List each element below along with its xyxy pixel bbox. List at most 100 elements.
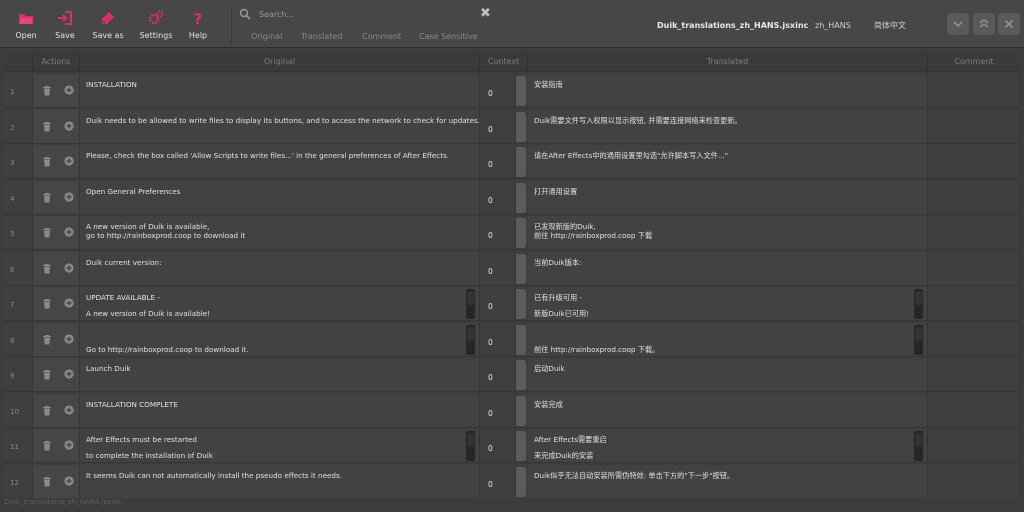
translated-text-cell[interactable]: 当前Duik版本: [528,251,928,286]
comment-cell[interactable] [928,109,1020,144]
translated-scrollbar[interactable] [914,324,923,355]
delete-row-icon[interactable] [43,405,51,416]
add-row-icon[interactable] [64,262,74,273]
translated-text-cell[interactable]: 已发现新版的Duik, 前往 http://rainboxprod.coop 下载 [528,216,928,250]
add-row-icon[interactable] [64,404,74,415]
filter-case-sensitive[interactable]: Case Sensitive [419,32,478,41]
original-text-cell[interactable]: Duik needs to be allowed to write files … [80,109,480,144]
context-cell[interactable]: 0 [480,322,516,357]
context-cell[interactable]: 0 [480,393,516,428]
delete-row-icon[interactable] [43,370,51,380]
add-row-icon[interactable] [64,227,74,237]
comment-cell[interactable] [928,393,1020,428]
context-cell[interactable]: 0 [480,109,516,144]
translated-text-cell[interactable]: Duik需要文件写入权限以显示按钮, 并需要连接网络来检查更新。 [528,109,928,144]
comment-cell[interactable] [928,287,1020,321]
translated-text-cell[interactable]: 安装完成 [528,393,928,428]
add-row-icon[interactable] [64,191,74,202]
translated-text-cell[interactable]: 请在After Effects中的通用设置里勾选"允许脚本写入文件..." [528,145,928,179]
context-cell[interactable]: 0 [480,429,516,463]
delete-row-icon[interactable] [43,299,51,309]
add-row-icon[interactable] [64,333,74,344]
original-text-cell[interactable]: INSTALLATION COMPLETE [80,393,480,428]
scrollbar-thumb[interactable] [915,433,922,447]
context-expand-handle[interactable] [516,76,526,106]
comment-cell[interactable] [928,464,1020,498]
add-row-icon[interactable] [64,85,74,95]
original-scrollbar[interactable] [466,289,475,319]
add-row-icon[interactable] [64,156,74,166]
delete-row-icon[interactable] [43,121,51,132]
original-text-cell[interactable]: Duik current version: [80,251,480,286]
context-cell[interactable]: 0 [480,358,516,392]
delete-row-icon[interactable] [43,86,51,96]
original-text-cell[interactable]: UPDATE AVAILABLE - A new version of Duik … [80,287,480,321]
context-expand-handle[interactable] [516,466,526,497]
comment-cell[interactable] [928,429,1020,463]
context-expand-handle[interactable] [516,289,526,319]
delete-row-icon[interactable] [43,441,51,451]
add-row-icon[interactable] [64,440,74,450]
context-expand-handle[interactable] [516,360,526,390]
scrollbar-thumb[interactable] [467,291,474,305]
save-as-button[interactable]: Save as [86,8,130,44]
original-text-cell[interactable]: Open General Preferences [80,180,480,215]
context-expand-handle[interactable] [516,253,526,284]
clear-search-icon[interactable]: ✖ [480,6,491,21]
delete-row-icon[interactable] [43,263,51,274]
original-scrollbar[interactable] [466,324,475,355]
context-expand-handle[interactable] [516,395,526,426]
context-cell[interactable]: 0 [480,251,516,286]
filter-translated[interactable]: Translated [301,32,342,41]
comment-cell[interactable] [928,180,1020,215]
context-cell[interactable]: 0 [480,145,516,179]
help-button[interactable]: ? Help [176,8,220,44]
context-cell[interactable]: 0 [480,216,516,250]
settings-button[interactable]: Settings [134,8,178,44]
comment-cell[interactable] [928,251,1020,286]
delete-row-icon[interactable] [43,334,51,345]
context-cell[interactable]: 0 [480,287,516,321]
add-row-icon[interactable] [64,475,74,486]
original-text-cell[interactable]: Please, check the box called 'Allow Scri… [80,145,480,179]
save-button[interactable]: Save [43,8,87,44]
scrollbar-thumb[interactable] [467,433,474,447]
translated-text-cell[interactable]: Duik似乎无法自动安装所需伪特效: 单击下方的"下一步"按钮。 [528,464,928,498]
original-text-cell[interactable]: INSTALLATION [80,74,480,108]
open-button[interactable]: Open [4,8,48,44]
translated-text-cell[interactable]: After Effects需要重启 来完成Duik的安装 [528,429,928,463]
original-text-cell[interactable]: After Effects must be restarted to comple… [80,429,480,463]
add-row-icon[interactable] [64,298,74,308]
translated-text-cell[interactable]: 已有升级可用 - 新版Duik已可用! [528,287,928,321]
minimize-button[interactable] [947,13,969,35]
add-row-icon[interactable] [64,120,74,131]
comment-cell[interactable] [928,216,1020,250]
translated-text-cell[interactable]: 前往 http://rainboxprod.coop 下载。 [528,322,928,357]
context-expand-handle[interactable] [516,182,526,213]
translated-text-cell[interactable]: 安装指南 [528,74,928,108]
comment-cell[interactable] [928,322,1020,357]
comment-cell[interactable] [928,145,1020,179]
context-expand-handle[interactable] [516,147,526,177]
delete-row-icon[interactable] [43,157,51,167]
filter-original[interactable]: Original [251,32,282,41]
translated-text-cell[interactable]: 启动Duik [528,358,928,392]
comment-cell[interactable] [928,74,1020,108]
context-cell[interactable]: 0 [480,464,516,498]
original-text-cell[interactable]: A new version of Duik is available, go to… [80,216,480,250]
context-expand-handle[interactable] [516,431,526,461]
maximize-button[interactable] [973,13,995,35]
original-scrollbar[interactable] [466,431,475,461]
context-expand-handle[interactable] [516,324,526,355]
original-text-cell[interactable]: Launch Duik [80,358,480,392]
context-cell[interactable]: 0 [480,180,516,215]
translated-text-cell[interactable]: 打开通用设置 [528,180,928,215]
search-input[interactable] [259,6,479,22]
delete-row-icon[interactable] [43,228,51,238]
delete-row-icon[interactable] [43,476,51,487]
filter-comment[interactable]: Comment [362,32,401,41]
translated-scrollbar[interactable] [914,431,923,461]
context-expand-handle[interactable] [516,218,526,248]
delete-row-icon[interactable] [43,192,51,203]
scrollbar-thumb[interactable] [915,326,922,341]
